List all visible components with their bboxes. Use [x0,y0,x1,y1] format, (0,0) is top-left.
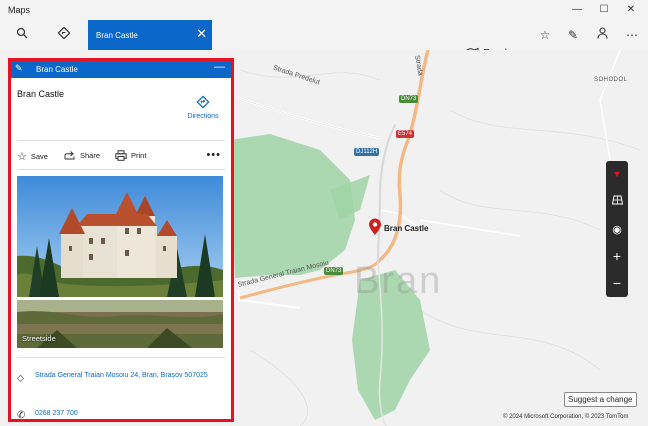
castle-photo[interactable] [17,176,223,297]
my-location-icon[interactable]: ◉ [606,219,628,241]
search-icon[interactable] [14,27,30,43]
panel-header: ✎ Bran Castle — [11,61,231,78]
divider [17,140,225,141]
close-icon[interactable]: ✕ [624,3,638,17]
streetside-label: Streetside [22,334,56,343]
phone-icon: ✆ [17,410,26,421]
directions-button[interactable]: Directions [183,95,223,120]
ink-pen-icon[interactable]: ✎ [565,27,581,43]
search-tab[interactable]: Bran Castle ✕ [88,20,212,50]
more-options-icon[interactable]: ••• [206,149,221,161]
streetside-preview[interactable]: Streetside [17,300,223,348]
search-tab-label: Bran Castle [96,31,138,40]
place-details-panel: ✎ Bran Castle — Bran Castle Directions ☆… [8,58,234,422]
save-label: Save [30,152,48,161]
window-title: Maps [8,5,31,15]
directions-icon [196,95,210,109]
panel-scrollbar[interactable] [231,91,233,271]
map-controls: ▼ ◉ + − [606,161,628,297]
print-button[interactable]: Print [115,150,146,161]
panel-header-title: Bran Castle [36,65,78,74]
road-shield-dn73: DN73 [399,95,419,103]
favorites-icon[interactable]: ☆ [537,27,553,43]
save-button[interactable]: ☆ Save [17,150,48,163]
print-label: Print [131,151,147,160]
close-search-icon[interactable]: ✕ [196,27,207,41]
directions-icon: ⬦ [17,373,24,384]
phone-text: 0268 237 700 [35,410,78,417]
zoom-out-icon[interactable]: − [606,272,628,294]
directions-label: Directions [187,113,219,120]
place-marker-label[interactable]: Bran Castle [384,224,428,233]
suggest-change-button[interactable]: Suggest a change [564,392,637,407]
directions-icon[interactable] [56,26,72,43]
minimize-icon[interactable]: — [570,3,584,17]
phone-link[interactable]: ✆ 0268 237 700 [17,407,223,419]
road-shield-e574: E574 [396,130,415,138]
place-title: Bran Castle [17,89,65,99]
address-link[interactable]: ⬦ Strada General Traian Mosoiu 24, Bran,… [17,371,223,384]
tilt-view-icon[interactable] [606,191,628,213]
maximize-icon[interactable]: ☐ [597,3,611,17]
copyright-text: © 2024 Microsoft Corporation, © 2023 Tom… [503,414,629,420]
share-label: Share [80,150,101,160]
divider [17,357,225,358]
action-bar: ☆ Save Share Print ••• [17,147,225,167]
road-shield-dj112h: DJ112H [354,148,380,156]
address-text: Strada General Traian Mosoiu 24, Bran, B… [35,372,208,379]
location-pin-icon[interactable] [368,218,382,238]
zoom-in-icon[interactable]: + [606,245,628,267]
divider [17,169,225,170]
town-label: Bran [354,260,443,302]
area-label-sohodol: SOHODOL [594,77,628,83]
more-options-icon[interactable]: ⋯ [624,27,640,43]
title-bar: Maps — ☐ ✕ [0,0,648,20]
share-button[interactable]: Share [64,150,100,160]
printer-icon [115,150,127,161]
pen-icon[interactable]: ✎ [15,63,23,74]
account-icon[interactable] [594,27,610,43]
share-icon [64,151,75,160]
star-icon: ☆ [17,151,27,163]
compass-icon[interactable]: ▼ [606,163,628,185]
minimize-panel-icon[interactable]: — [214,61,225,73]
road-shield-dn73: DN73 [324,267,344,275]
